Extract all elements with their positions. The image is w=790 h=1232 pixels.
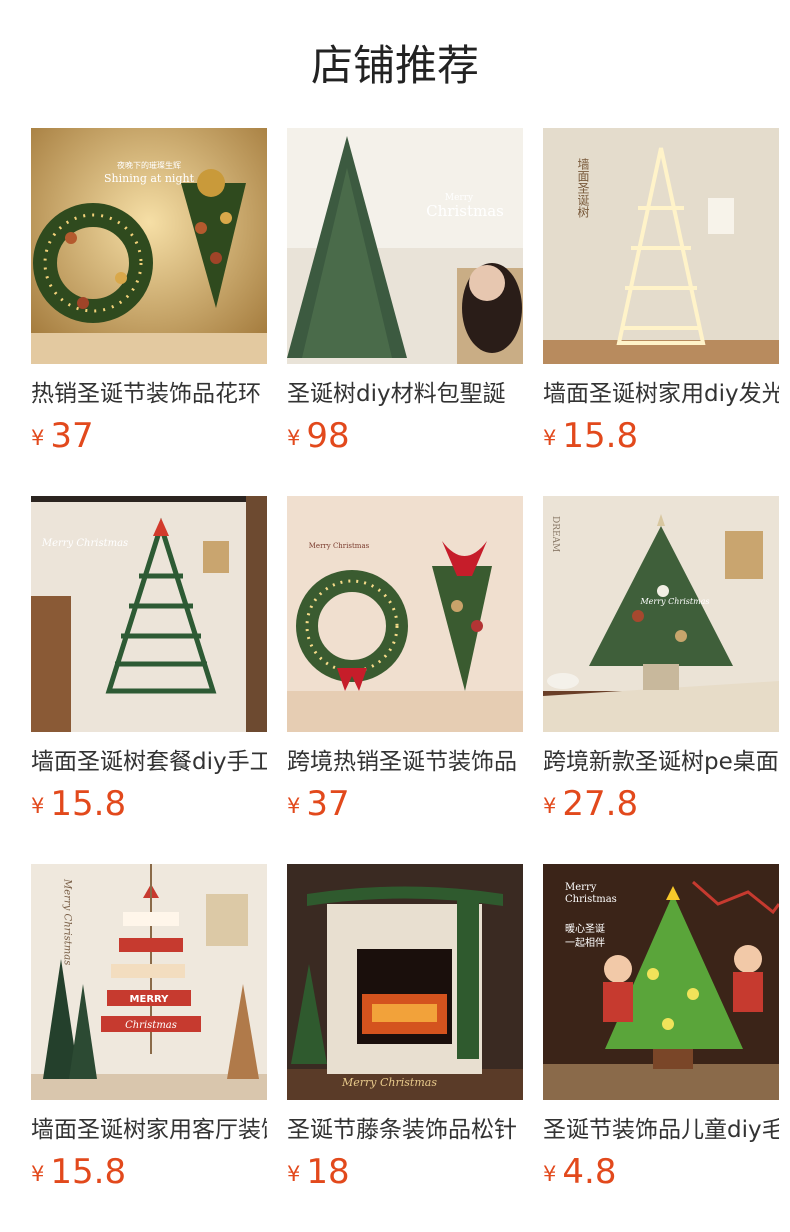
product-card[interactable]: Merry Christmas 圣诞节藤条装饰品松针 ¥18 [287, 864, 523, 1232]
currency-symbol: ¥ [31, 1162, 45, 1186]
image-caption: Merry Christmas [341, 1076, 437, 1089]
product-card[interactable]: Merry Christmas 跨境热销圣诞节装饰品 ¥37 [287, 496, 523, 864]
product-name[interactable]: 圣诞树diy材料包聖誕 [287, 378, 523, 410]
product-price: ¥15.8 [31, 782, 267, 832]
product-price: ¥98 [287, 414, 523, 464]
wall-light-tree-icon: 墙面圣诞树 [543, 128, 779, 364]
product-card[interactable]: Merry Christmas 圣诞树diy材料包聖誕 ¥98 [287, 128, 523, 496]
product-name[interactable]: 圣诞节装饰品儿童diy毛毡 [543, 1114, 779, 1146]
product-image[interactable]: 夜晚下的璀璨生辉 Shining at night [31, 128, 267, 364]
product-name[interactable]: 圣诞节藤条装饰品松针 [287, 1114, 523, 1146]
product-card[interactable]: Merry Christmas 暖心圣诞 一起相伴 圣诞节装饰品儿童diy毛毡 … [543, 864, 779, 1232]
product-price: ¥15.8 [543, 414, 779, 464]
product-name[interactable]: 热销圣诞节装饰品花环 [31, 378, 267, 410]
image-caption: 夜晚下的璀璨生辉 [117, 160, 181, 170]
price-value: 37 [306, 784, 350, 824]
currency-symbol: ¥ [543, 794, 557, 818]
image-caption: DREAM [550, 516, 560, 552]
image-caption: 一起相伴 [565, 936, 605, 949]
christmas-tree-icon: Merry Christmas [287, 128, 523, 364]
image-caption: Christmas [125, 1020, 177, 1031]
image-caption: Merry Christmas [639, 597, 709, 606]
product-image[interactable]: DREAM Merry Christmas [543, 496, 779, 732]
product-image[interactable]: Merry Christmas [287, 496, 523, 732]
price-value: 37 [50, 416, 94, 456]
image-caption: Merry Christmas [62, 878, 73, 965]
product-image[interactable]: MERRY Christmas Merry Christmas [31, 864, 267, 1100]
product-price: ¥4.8 [543, 1150, 779, 1200]
product-card[interactable]: 夜晚下的璀璨生辉 Shining at night 热销圣诞节装饰品花环 ¥37 [31, 128, 267, 496]
currency-symbol: ¥ [543, 1162, 557, 1186]
product-name[interactable]: 跨境新款圣诞树pe桌面 [543, 746, 779, 778]
price-value: 15.8 [562, 416, 639, 456]
image-caption: Merry [565, 882, 597, 893]
image-caption: Merry Christmas [309, 542, 370, 550]
product-price: ¥37 [287, 782, 523, 832]
image-caption: Christmas [426, 202, 504, 220]
product-card[interactable]: 墙面圣诞树 墙面圣诞树家用diy发光 ¥15.8 [543, 128, 779, 496]
product-name[interactable]: 墙面圣诞树家用客厅装饰 [31, 1114, 267, 1146]
wooden-sign-tree-icon: MERRY Christmas Merry Christmas [31, 864, 267, 1100]
wreath-pair-icon: Merry Christmas [287, 496, 523, 732]
image-caption: Christmas [565, 894, 617, 905]
price-value: 18 [306, 1152, 350, 1192]
product-card[interactable]: DREAM Merry Christmas 跨境新款圣诞树pe桌面 ¥27.8 [543, 496, 779, 864]
product-price: ¥18 [287, 1150, 523, 1200]
image-caption: 墙面圣诞树 [576, 158, 590, 218]
image-caption: Shining at night [104, 172, 195, 185]
price-value: 15.8 [50, 1152, 127, 1192]
product-name[interactable]: 墙面圣诞树套餐diy手工 [31, 746, 267, 778]
product-image[interactable]: Merry Christmas [287, 864, 523, 1100]
product-image[interactable]: Merry Christmas [31, 496, 267, 732]
section-title: 店铺推荐 [310, 41, 479, 90]
price-value: 98 [306, 416, 350, 456]
image-caption: Merry Christmas [41, 538, 128, 549]
product-card[interactable]: Merry Christmas 墙面圣诞树套餐diy手工 ¥15.8 [31, 496, 267, 864]
image-caption: 暖心圣诞 [565, 922, 605, 935]
felt-tree-icon: Merry Christmas 暖心圣诞 一起相伴 [543, 864, 779, 1100]
currency-symbol: ¥ [287, 426, 301, 450]
christmas-wreath-icon: 夜晚下的璀璨生辉 Shining at night [31, 128, 267, 364]
currency-symbol: ¥ [287, 1162, 301, 1186]
product-name[interactable]: 墙面圣诞树家用diy发光 [543, 378, 779, 410]
image-caption: MERRY [130, 994, 170, 1005]
currency-symbol: ¥ [287, 794, 301, 818]
product-grid: 夜晚下的璀璨生辉 Shining at night 热销圣诞节装饰品花环 ¥37… [31, 128, 779, 1232]
price-value: 4.8 [562, 1152, 617, 1192]
product-card[interactable]: MERRY Christmas Merry Christmas 墙面圣诞树家用客… [31, 864, 267, 1232]
currency-symbol: ¥ [31, 426, 45, 450]
product-name[interactable]: 跨境热销圣诞节装饰品 [287, 746, 523, 778]
product-image[interactable]: Merry Christmas 暖心圣诞 一起相伴 [543, 864, 779, 1100]
product-price: ¥37 [31, 414, 267, 464]
product-price: ¥15.8 [31, 1150, 267, 1200]
currency-symbol: ¥ [31, 794, 45, 818]
price-value: 27.8 [562, 784, 639, 824]
price-value: 15.8 [50, 784, 127, 824]
wall-garland-tree-icon: Merry Christmas [31, 496, 267, 732]
product-image[interactable]: 墙面圣诞树 [543, 128, 779, 364]
tabletop-tree-icon: DREAM Merry Christmas [543, 496, 779, 732]
product-price: ¥27.8 [543, 782, 779, 832]
currency-symbol: ¥ [543, 426, 557, 450]
fireplace-garland-icon: Merry Christmas [287, 864, 523, 1100]
product-image[interactable]: Merry Christmas [287, 128, 523, 364]
